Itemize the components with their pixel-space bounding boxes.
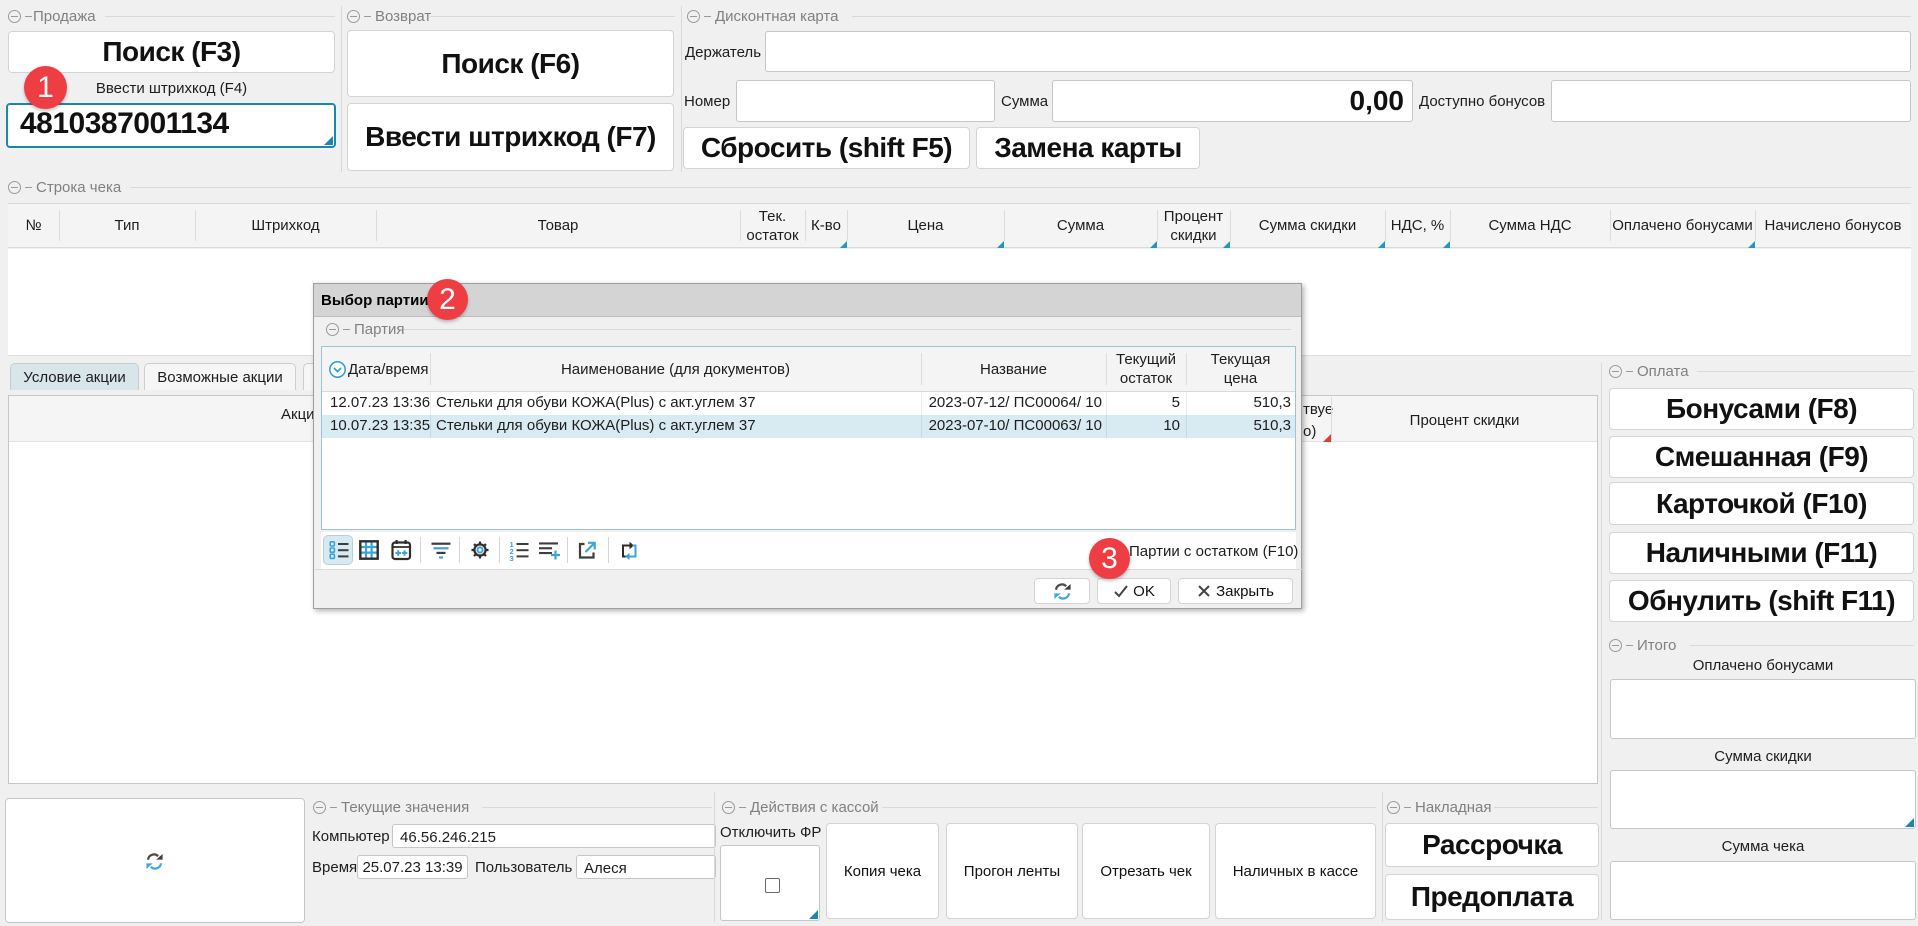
svg-text:3: 3 — [510, 554, 514, 562]
